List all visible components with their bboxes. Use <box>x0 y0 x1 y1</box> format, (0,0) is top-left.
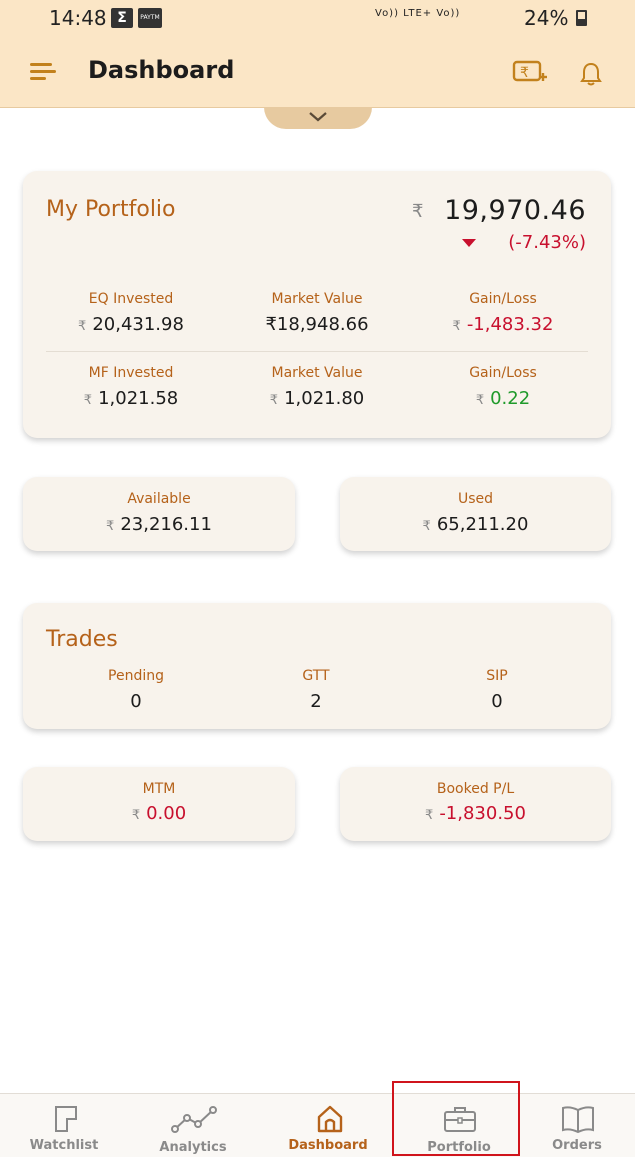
used-label: Used <box>457 491 494 507</box>
status-battery-level: 24% <box>524 6 569 30</box>
divider <box>46 351 588 352</box>
nav-label: Watchlist <box>29 1138 99 1153</box>
status-time: 14:48 <box>49 6 107 30</box>
eq-gain-value: ₹ -1,483.32 <box>452 314 554 335</box>
page-title: Dashboard <box>88 56 235 84</box>
pending-value[interactable]: 0 <box>46 691 226 712</box>
rupee-icon: ₹ <box>269 393 279 408</box>
available-funds-card[interactable]: Available ₹23,216.11 <box>23 477 295 551</box>
booked-pl-value: ₹ -1,830.50 <box>425 803 526 824</box>
chevron-down-icon <box>309 112 327 122</box>
gtt-value[interactable]: 2 <box>226 691 406 712</box>
nav-label: Analytics <box>159 1140 227 1155</box>
booked-pl-card[interactable]: Booked P/L ₹ -1,830.50 <box>340 767 611 841</box>
eq-invested-label: EQ Invested <box>88 291 174 307</box>
portfolio-highlight-box <box>392 1081 520 1156</box>
screen: 14:48 Σ PAYTM Vo)) LTE+ Vo)) 24% Dashboa… <box>0 0 635 1157</box>
rupee-icon: ₹ <box>452 319 461 334</box>
home-icon <box>317 1105 343 1133</box>
mtm-value: ₹0.00 <box>131 803 187 824</box>
mf-market-label: Market Value <box>271 365 363 381</box>
nav-watchlist[interactable]: Watchlist <box>9 1094 119 1157</box>
down-arrow-icon <box>462 239 476 247</box>
gtt-label: GTT <box>302 668 330 684</box>
svg-text:₹: ₹ <box>520 65 529 81</box>
portfolio-change: (-7.43%) <box>508 232 586 253</box>
add-funds-icon[interactable]: ₹ <box>512 58 550 86</box>
rupee-icon: ₹ <box>78 319 87 334</box>
nav-label: Dashboard <box>288 1138 368 1153</box>
used-value: ₹65,211.20 <box>422 514 529 535</box>
eq-market-label: Market Value <box>271 291 363 307</box>
bell-icon[interactable] <box>579 61 603 87</box>
status-bar: 14:48 Σ PAYTM Vo)) LTE+ Vo)) 24% <box>0 0 635 36</box>
collapse-handle[interactable] <box>264 107 372 129</box>
mf-gain-value: ₹0.22 <box>475 388 531 409</box>
rupee-icon: ₹ <box>131 808 141 823</box>
eq-gain-label: Gain/Loss <box>469 291 537 307</box>
portfolio-total-value: 19,970.46 <box>444 195 586 226</box>
bottom-nav: Watchlist Analytics Dashboard Portfolio … <box>0 1093 635 1157</box>
rupee-icon: ₹ <box>412 201 424 222</box>
mtm-card[interactable]: MTM ₹0.00 <box>23 767 295 841</box>
mf-market-value: ₹1,021.80 <box>269 388 365 409</box>
sip-value[interactable]: 0 <box>407 691 587 712</box>
nav-analytics[interactable]: Analytics <box>138 1094 248 1157</box>
rupee-icon: ₹ <box>475 393 485 408</box>
status-e-icon: Σ <box>111 8 133 28</box>
status-paytm-icon: PAYTM <box>138 8 162 28</box>
rupee-icon: ₹ <box>83 393 93 408</box>
rupee-icon: ₹ <box>106 519 115 534</box>
nav-dashboard[interactable]: Dashboard <box>273 1094 383 1157</box>
mf-invested-value: ₹1,021.58 <box>83 388 179 409</box>
booked-pl-label: Booked P/L <box>436 781 515 797</box>
portfolio-card[interactable]: My Portfolio ₹ 19,970.46 (-7.43%) EQ Inv… <box>23 171 611 438</box>
book-icon <box>562 1106 594 1134</box>
available-value: ₹23,216.11 <box>106 514 212 535</box>
rupee-icon: ₹ <box>422 519 431 534</box>
eq-market-value: ₹18,948.66 <box>265 314 369 335</box>
trades-card[interactable]: Trades Pending 0 GTT 2 SIP 0 <box>23 603 611 729</box>
pending-label: Pending <box>108 668 164 684</box>
mf-invested-label: MF Invested <box>88 365 174 381</box>
nav-orders[interactable]: Orders <box>522 1094 632 1157</box>
eq-invested-value: ₹20,431.98 <box>78 314 184 335</box>
portfolio-title: My Portfolio <box>46 197 176 222</box>
sip-label: SIP <box>486 668 508 684</box>
battery-icon <box>576 10 587 26</box>
used-funds-card[interactable]: Used ₹65,211.20 <box>340 477 611 551</box>
trades-title: Trades <box>46 627 118 652</box>
mtm-label: MTM <box>142 781 176 797</box>
mf-gain-label: Gain/Loss <box>469 365 537 381</box>
nav-label: Orders <box>552 1138 602 1153</box>
trend-line-icon <box>171 1106 217 1133</box>
menu-icon[interactable] <box>30 63 56 81</box>
bookmark-icon <box>55 1106 77 1132</box>
rupee-icon: ₹ <box>425 808 434 823</box>
app-header: Dashboard ₹ <box>0 36 635 108</box>
available-label: Available <box>127 491 191 507</box>
status-network-icon: Vo)) LTE+ Vo)) <box>375 8 461 19</box>
